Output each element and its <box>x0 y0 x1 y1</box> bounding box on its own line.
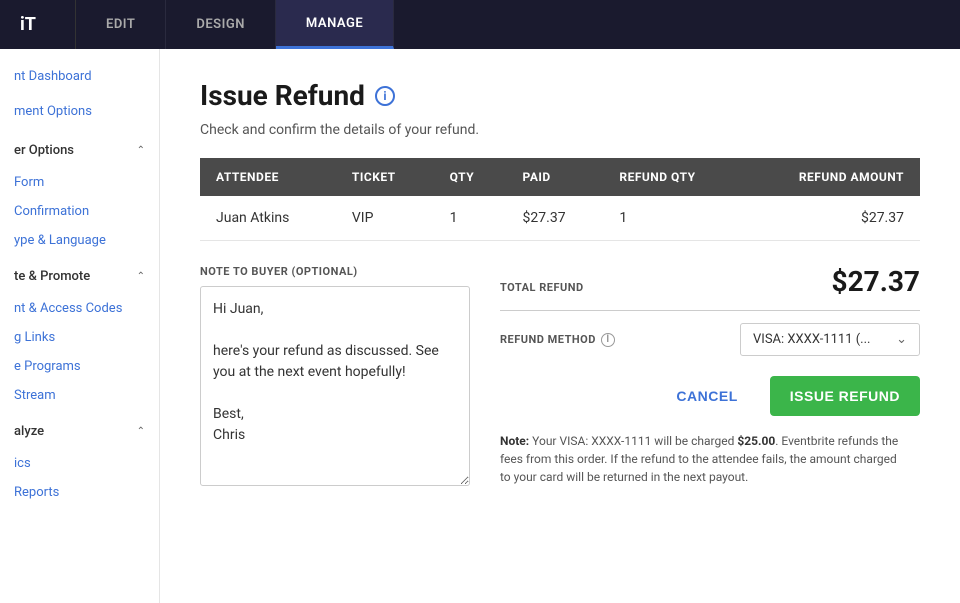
chevron-down-icon: ⌄ <box>896 332 907 347</box>
form-area: NOTE TO BUYER (OPTIONAL) Hi Juan, here's… <box>200 265 920 490</box>
col-qty: QTY <box>434 158 507 196</box>
cell-refund-amount: $27.37 <box>743 196 920 241</box>
sidebar: nt Dashboard ment Options er Options ⌃ F… <box>0 49 160 603</box>
main-content: Issue Refund i Check and confirm the det… <box>160 49 960 603</box>
info-icon[interactable]: i <box>375 86 395 106</box>
cell-attendee: Juan Atkins <box>200 196 336 241</box>
sidebar-item-access-codes[interactable]: nt & Access Codes <box>0 294 159 323</box>
refund-method-info-icon[interactable]: i <box>601 333 615 347</box>
refund-method-label: REFUND METHOD i <box>500 333 615 347</box>
issue-refund-button[interactable]: ISSUE REFUND <box>770 376 920 416</box>
cell-refund-qty: 1 <box>603 196 743 241</box>
page-title-row: Issue Refund i <box>200 79 920 112</box>
refund-note-text: Note: Your VISA: XXXX-1111 will be charg… <box>500 432 900 486</box>
sidebar-item-payment-options[interactable]: ment Options <box>0 94 159 129</box>
action-buttons: CANCEL ISSUE REFUND <box>500 376 920 416</box>
chevron-up-icon-2: ⌃ <box>137 271 145 282</box>
sidebar-item-reports[interactable]: Reports <box>0 478 159 507</box>
col-refund-qty: REFUND QTY <box>603 158 743 196</box>
sidebar-section-promote[interactable]: te & Promote ⌃ <box>0 259 159 294</box>
sidebar-item-type-language[interactable]: ype & Language <box>0 226 159 255</box>
tab-design[interactable]: DESIGN <box>166 0 276 49</box>
chevron-up-icon: ⌃ <box>137 145 145 156</box>
sidebar-section-registration[interactable]: er Options ⌃ <box>0 133 159 168</box>
col-refund-amount: REFUND AMOUNT <box>743 158 920 196</box>
col-attendee: ATTENDEE <box>200 158 336 196</box>
logo: iT <box>0 0 76 49</box>
col-ticket: TICKET <box>336 158 434 196</box>
refund-method-row: REFUND METHOD i VISA: XXXX-1111 (... ⌄ <box>500 323 920 356</box>
refund-method-select[interactable]: VISA: XXXX-1111 (... ⌄ <box>740 323 920 356</box>
sidebar-item-confirmation[interactable]: Confirmation <box>0 197 159 226</box>
page-title: Issue Refund <box>200 79 365 112</box>
note-textarea[interactable]: Hi Juan, here's your refund as discussed… <box>200 286 470 486</box>
cell-ticket: VIP <box>336 196 434 241</box>
chevron-up-icon-3: ⌃ <box>137 426 145 437</box>
layout: nt Dashboard ment Options er Options ⌃ F… <box>0 49 960 603</box>
table-header-row: ATTENDEE TICKET QTY PAID REFUND QTY REFU… <box>200 158 920 196</box>
sidebar-item-stream[interactable]: Stream <box>0 381 159 410</box>
note-label: NOTE TO BUYER (OPTIONAL) <box>200 265 470 278</box>
refund-section: TOTAL REFUND $27.37 REFUND METHOD i VISA… <box>500 265 920 490</box>
total-refund-label: TOTAL REFUND <box>500 281 584 294</box>
sidebar-item-analytics[interactable]: ics <box>0 449 159 478</box>
tab-edit[interactable]: EDIT <box>76 0 166 49</box>
sidebar-item-form[interactable]: Form <box>0 168 159 197</box>
total-refund-amount: $27.37 <box>832 265 920 298</box>
sidebar-item-programs[interactable]: e Programs <box>0 352 159 381</box>
sidebar-item-links[interactable]: g Links <box>0 323 159 352</box>
cancel-button[interactable]: CANCEL <box>656 376 757 416</box>
refund-table: ATTENDEE TICKET QTY PAID REFUND QTY REFU… <box>200 158 920 241</box>
divider <box>500 310 920 311</box>
sidebar-item-dashboard[interactable]: nt Dashboard <box>0 59 159 94</box>
sidebar-section-analyze[interactable]: alyze ⌃ <box>0 414 159 449</box>
note-section: NOTE TO BUYER (OPTIONAL) Hi Juan, here's… <box>200 265 470 490</box>
col-paid: PAID <box>507 158 604 196</box>
tab-manage[interactable]: MANAGE <box>276 0 394 49</box>
top-nav: iT EDIT DESIGN MANAGE <box>0 0 960 49</box>
total-refund-row: TOTAL REFUND $27.37 <box>500 265 920 298</box>
cell-qty: 1 <box>434 196 507 241</box>
table-row: Juan Atkins VIP 1 $27.37 1 $27.37 <box>200 196 920 241</box>
cell-paid: $27.37 <box>507 196 604 241</box>
page-subtitle: Check and confirm the details of your re… <box>200 122 920 138</box>
